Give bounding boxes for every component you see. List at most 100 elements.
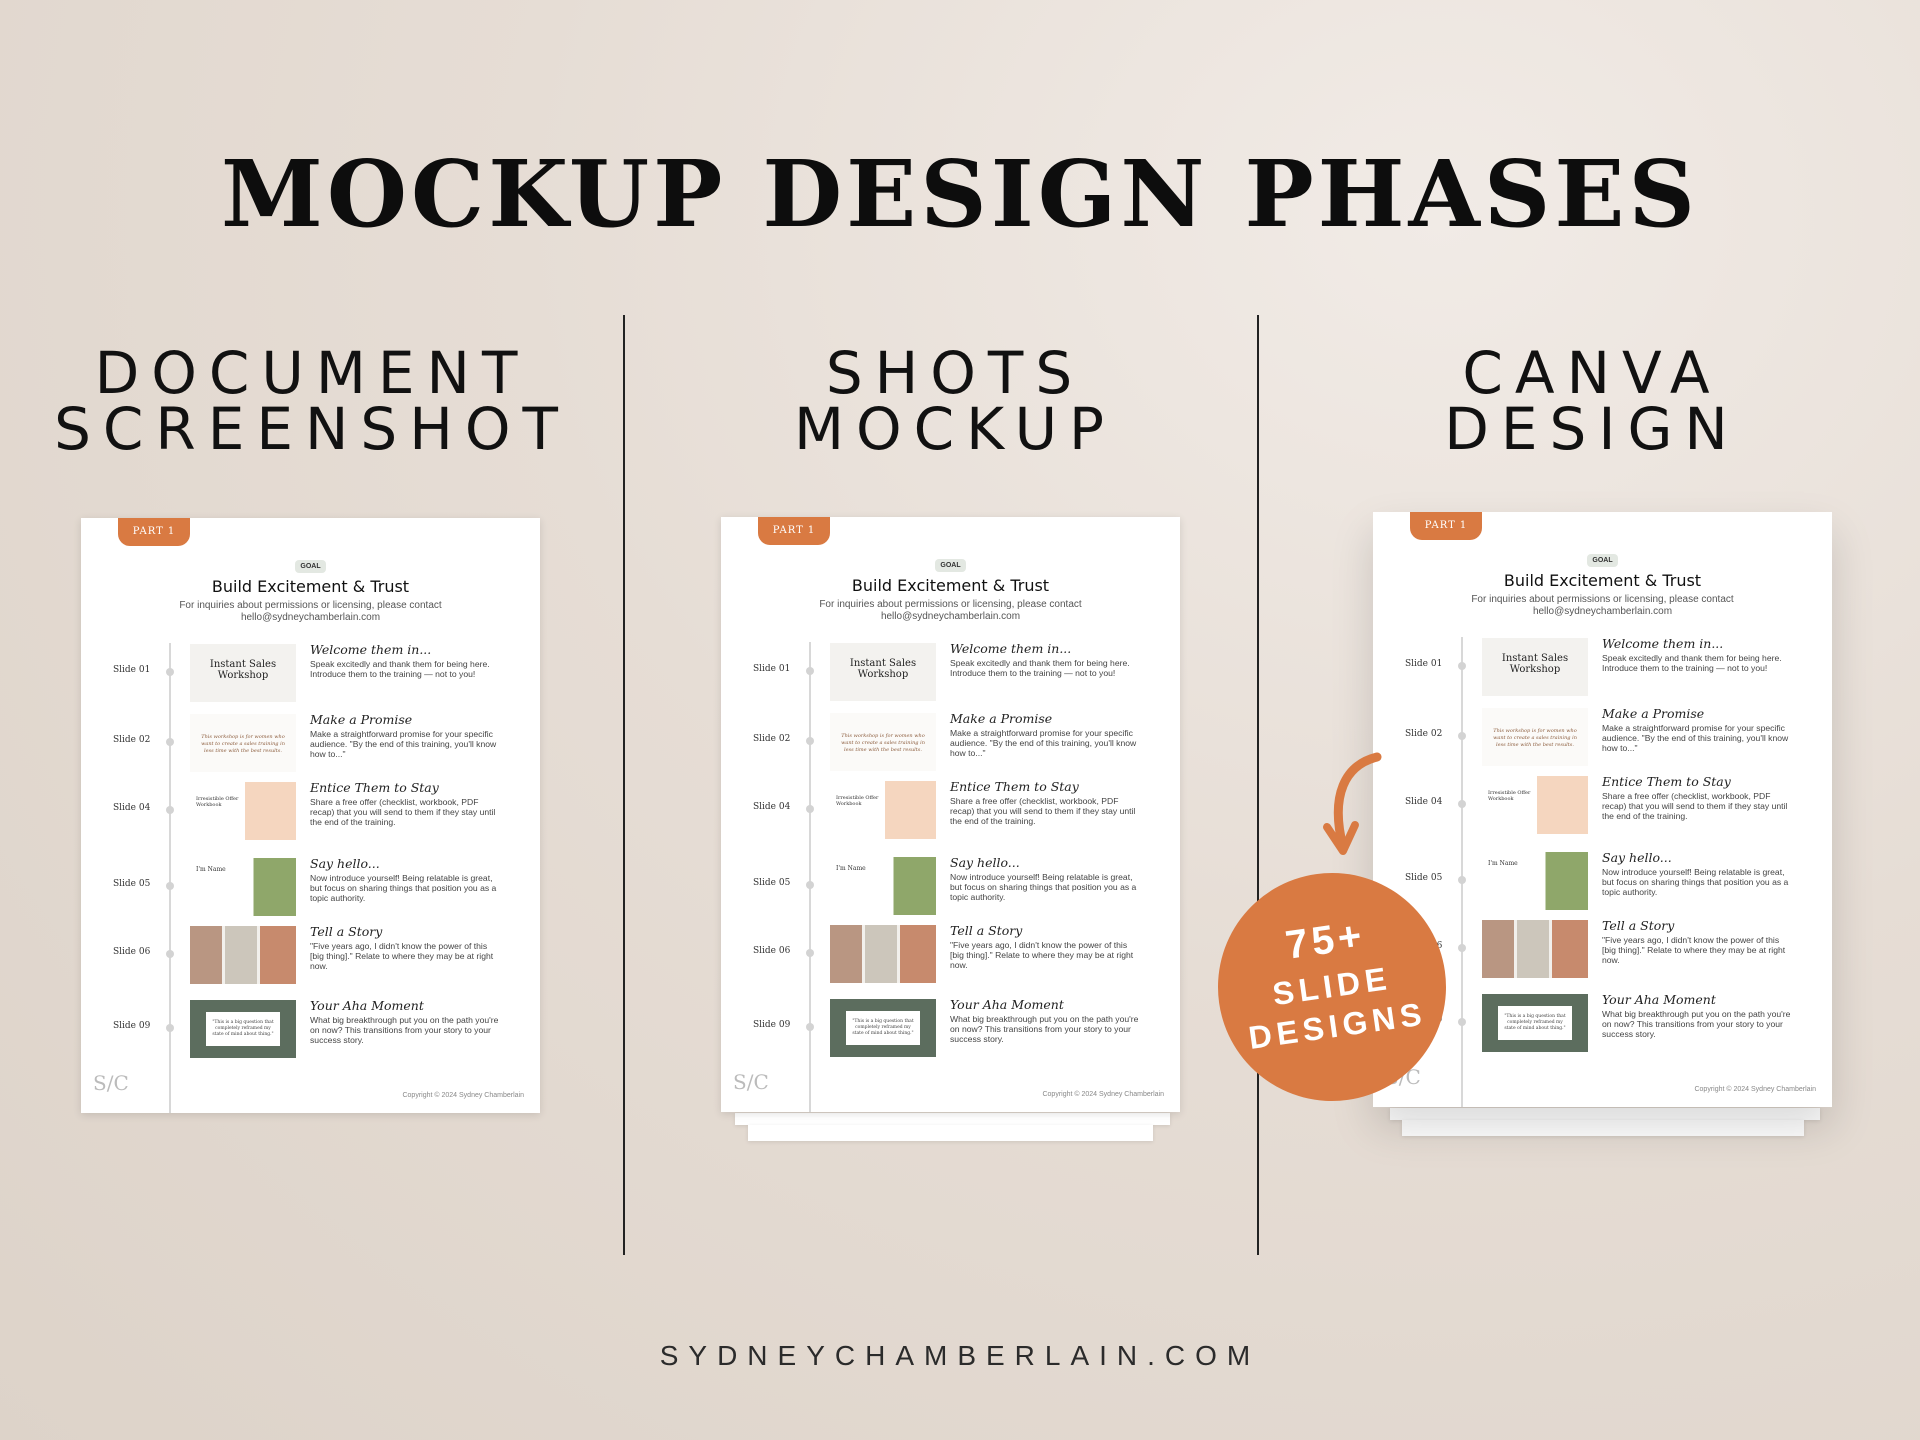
timeline-dot bbox=[806, 881, 814, 889]
thumbnail-text: This workshop is for women who want to c… bbox=[201, 734, 285, 754]
slide-number: Slide 06 bbox=[753, 946, 791, 956]
slide-number: Slide 06 bbox=[113, 947, 151, 957]
thumbnail-text: Instant Sales Workshop bbox=[209, 659, 277, 681]
slide-thumbnail: Irresistible Offer Workbook bbox=[1482, 776, 1588, 834]
slide-number: Slide 01 bbox=[113, 665, 151, 675]
curved-arrow-icon bbox=[1323, 752, 1382, 855]
timeline-dot bbox=[1458, 800, 1466, 808]
slide-thumbnail: I'm Name bbox=[830, 857, 936, 915]
stacked-page bbox=[1390, 1108, 1820, 1120]
timeline-dot bbox=[806, 805, 814, 813]
slide-description: "Five years ago, I didn't know the power… bbox=[310, 941, 494, 971]
slide-thumbnail: Instant Sales Workshop bbox=[1482, 638, 1588, 696]
slide-description: What big breakthrough put you on the pat… bbox=[950, 1014, 1139, 1044]
slide-number: Slide 04 bbox=[1405, 797, 1443, 807]
page-title: MOCKUP DESIGN PHASES bbox=[221, 140, 1699, 248]
document-page-shots-mockup: PART 1 GOAL Build Excitement & Trust For… bbox=[721, 517, 1180, 1112]
inquiry-text: For inquiries about permissions or licen… bbox=[1471, 594, 1734, 617]
slide-thumbnail: Irresistible Offer Workbook bbox=[830, 781, 936, 839]
slide-title: Tell a Story bbox=[310, 924, 383, 939]
timeline-dot bbox=[1458, 944, 1466, 952]
slide-title: Say hello... bbox=[310, 856, 380, 871]
stacked-page bbox=[735, 1113, 1170, 1125]
column-heading-canva-design: CANVA DESIGN bbox=[1292, 344, 1892, 458]
thumbnail-text: "This is a big question that completely … bbox=[1498, 1006, 1572, 1040]
slide-thumbnail bbox=[1482, 920, 1588, 978]
goal-pill: GOAL bbox=[295, 560, 326, 573]
column-divider bbox=[1257, 315, 1259, 1255]
slide-thumbnail: "This is a big question that completely … bbox=[190, 1000, 296, 1058]
slide-description: "Five years ago, I didn't know the power… bbox=[950, 940, 1134, 970]
slide-number: Slide 05 bbox=[1405, 873, 1443, 883]
slide-title: Tell a Story bbox=[1602, 918, 1675, 933]
thumbnail-text: This workshop is for women who want to c… bbox=[1493, 728, 1577, 748]
part-tab: PART 1 bbox=[118, 518, 190, 546]
timeline-dot bbox=[166, 668, 174, 676]
slide-number: Slide 09 bbox=[753, 1020, 791, 1030]
stacked-page bbox=[748, 1125, 1153, 1141]
slide-number: Slide 02 bbox=[113, 735, 151, 745]
slide-title: Entice Them to Stay bbox=[950, 779, 1079, 794]
slide-description: What big breakthrough put you on the pat… bbox=[310, 1015, 499, 1045]
timeline-dot bbox=[806, 1023, 814, 1031]
slide-title: Make a Promise bbox=[1602, 706, 1705, 721]
thumbnail-text: I'm Name bbox=[836, 865, 866, 872]
slide-thumbnail: Instant Sales Workshop bbox=[190, 644, 296, 702]
slide-description: Speak excitedly and thank them for being… bbox=[1602, 653, 1782, 673]
column-heading-document-screenshot: DOCUMENT SCREENSHOT bbox=[12, 344, 612, 463]
slide-title: Your Aha Moment bbox=[310, 998, 424, 1013]
timeline-dot bbox=[806, 737, 814, 745]
copyright: Copyright © 2024 Sydney Chamberlain bbox=[402, 1092, 524, 1099]
slide-number: Slide 05 bbox=[113, 879, 151, 889]
slide-description: Share a free offer (checklist, workbook,… bbox=[950, 796, 1136, 826]
slide-description: Share a free offer (checklist, workbook,… bbox=[1602, 791, 1788, 821]
timeline-dot bbox=[1458, 662, 1466, 670]
column-heading-shots-mockup: SHOTS MOCKUP bbox=[655, 339, 1255, 463]
slide-thumbnail: Instant Sales Workshop bbox=[830, 643, 936, 701]
thumbnail-text: I'm Name bbox=[196, 866, 226, 873]
timeline-dot bbox=[166, 738, 174, 746]
slide-title: Your Aha Moment bbox=[1602, 992, 1716, 1007]
heading-line: SCREENSHOT bbox=[54, 395, 570, 463]
slide-number: Slide 05 bbox=[753, 878, 791, 888]
slide-description: Now introduce yourself! Being relatable … bbox=[950, 872, 1137, 902]
slide-description: "Five years ago, I didn't know the power… bbox=[1602, 935, 1786, 965]
inquiry-text: For inquiries about permissions or licen… bbox=[819, 599, 1082, 622]
slide-thumbnail: Irresistible Offer Workbook bbox=[190, 782, 296, 840]
slide-description: Speak excitedly and thank them for being… bbox=[310, 659, 490, 679]
slide-number: Slide 02 bbox=[753, 734, 791, 744]
thumbnail-text: "This is a big question that completely … bbox=[206, 1012, 280, 1046]
column-divider bbox=[623, 315, 625, 1255]
slide-thumbnail: I'm Name bbox=[1482, 852, 1588, 910]
slide-description: Now introduce yourself! Being relatable … bbox=[310, 873, 497, 903]
slide-number: Slide 04 bbox=[753, 802, 791, 812]
timeline-dot bbox=[806, 667, 814, 675]
thumbnail-text: Instant Sales Workshop bbox=[1501, 653, 1569, 675]
goal-pill: GOAL bbox=[1587, 554, 1618, 567]
slide-title: Entice Them to Stay bbox=[310, 780, 439, 795]
slide-description: Share a free offer (checklist, workbook,… bbox=[310, 797, 496, 827]
slide-thumbnail bbox=[190, 926, 296, 984]
timeline-dot bbox=[166, 806, 174, 814]
timeline-dot bbox=[166, 950, 174, 958]
heading-line: SHOTS bbox=[825, 339, 1085, 407]
slide-number: Slide 01 bbox=[753, 664, 791, 674]
slide-title: Tell a Story bbox=[950, 923, 1023, 938]
document-heading: Build Excitement & Trust bbox=[211, 577, 410, 596]
timeline-dot bbox=[1458, 1018, 1466, 1026]
slide-description: Speak excitedly and thank them for being… bbox=[950, 658, 1130, 678]
document-heading: Build Excitement & Trust bbox=[1503, 571, 1702, 590]
slide-title: Make a Promise bbox=[950, 711, 1053, 726]
part-tab: PART 1 bbox=[1410, 512, 1482, 540]
slide-row: Slide 09"This is a big question that com… bbox=[1373, 992, 1832, 1082]
heading-line: MOCKUP bbox=[793, 395, 1117, 463]
website-footer: SYDNEYCHAMBERLAIN.COM bbox=[659, 1340, 1261, 1371]
slide-description: Make a straightforward promise for your … bbox=[1602, 723, 1789, 753]
document-heading: Build Excitement & Trust bbox=[851, 576, 1050, 595]
sc-logo: S/C bbox=[733, 1070, 769, 1094]
slide-thumbnail bbox=[830, 925, 936, 983]
slide-thumbnail: I'm Name bbox=[190, 858, 296, 916]
slide-thumbnail: "This is a big question that completely … bbox=[1482, 994, 1588, 1052]
stacked-page bbox=[1402, 1120, 1804, 1136]
timeline-dot bbox=[166, 882, 174, 890]
